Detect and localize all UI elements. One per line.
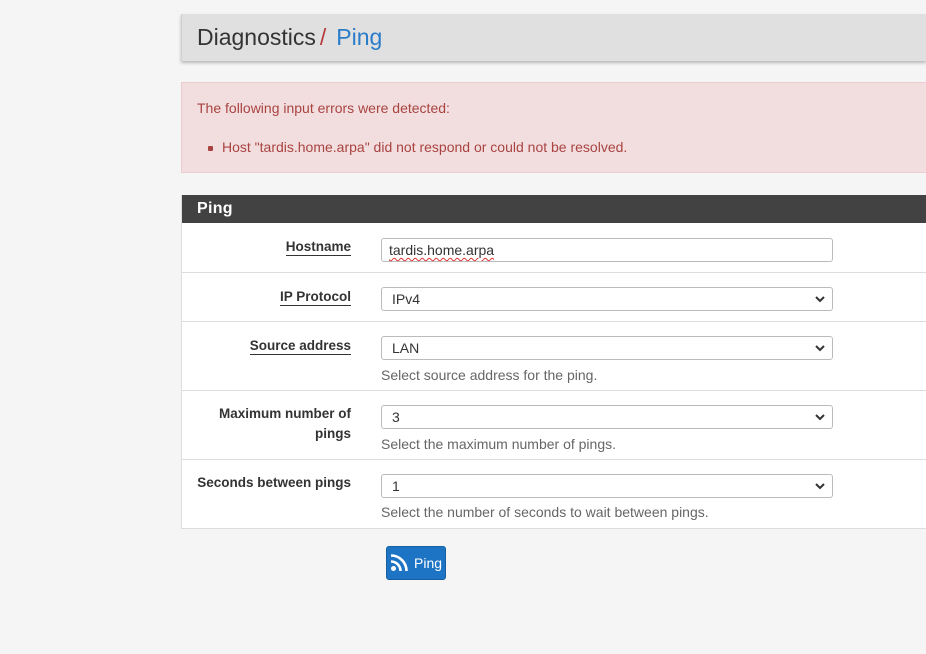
chevron-down-icon [815, 414, 825, 421]
error-item: Host "tardis.home.arpa" did not respond … [207, 139, 628, 155]
max-pings-row: Maximum number of pings 3 Select the max… [182, 391, 926, 460]
seconds-between-label: Seconds between pings [197, 475, 351, 490]
seconds-between-help: Select the number of seconds to wait bet… [381, 504, 709, 520]
hostname-row: Hostname tardis.home.arpa [182, 223, 926, 273]
ip-protocol-label: IP Protocol [279, 289, 351, 306]
ip-protocol-select[interactable]: IPv4 [381, 287, 833, 311]
ip-protocol-row: IP Protocol IPv4 [182, 273, 926, 322]
max-pings-select[interactable]: 3 [381, 405, 833, 429]
hostname-input[interactable]: tardis.home.arpa [381, 238, 833, 262]
hostname-value: tardis.home.arpa [389, 242, 495, 258]
hostname-label: Hostname [285, 239, 351, 256]
panel-title: Ping [182, 195, 926, 223]
seconds-between-value: 1 [392, 478, 400, 494]
chevron-down-icon [815, 345, 825, 352]
source-address-select[interactable]: LAN [381, 336, 833, 360]
source-address-help: Select source address for the ping. [381, 367, 598, 383]
max-pings-value: 3 [392, 409, 400, 425]
seconds-between-row: Seconds between pings 1 Select the numbe… [182, 460, 926, 528]
max-pings-help: Select the maximum number of pings. [381, 436, 616, 452]
breadcrumb-separator: / [319, 24, 327, 50]
ip-protocol-value: IPv4 [392, 291, 421, 307]
seconds-between-select[interactable]: 1 [381, 474, 833, 498]
chevron-down-icon [815, 296, 825, 303]
max-pings-label: Maximum number of pings [218, 406, 351, 441]
source-address-label: Source address [249, 338, 351, 355]
ping-button[interactable]: Ping [386, 546, 446, 580]
alert-lead-text: The following input errors were detected… [197, 100, 450, 116]
error-alert: The following input errors were detected… [181, 82, 926, 173]
rss-icon [390, 554, 408, 572]
source-address-value: LAN [392, 340, 420, 356]
error-list: Host "tardis.home.arpa" did not respond … [207, 139, 628, 155]
ping-button-label: Ping [414, 555, 443, 571]
ping-panel: Ping Hostname tardis.home.arpa IP Protoc… [181, 195, 926, 529]
chevron-down-icon [815, 483, 825, 490]
breadcrumb-current[interactable]: Ping [336, 24, 382, 51]
source-address-row: Source address LAN Select source address… [182, 322, 926, 391]
breadcrumb-root[interactable]: Diagnostics [197, 24, 316, 51]
breadcrumb: Diagnostics / Ping [181, 14, 926, 61]
